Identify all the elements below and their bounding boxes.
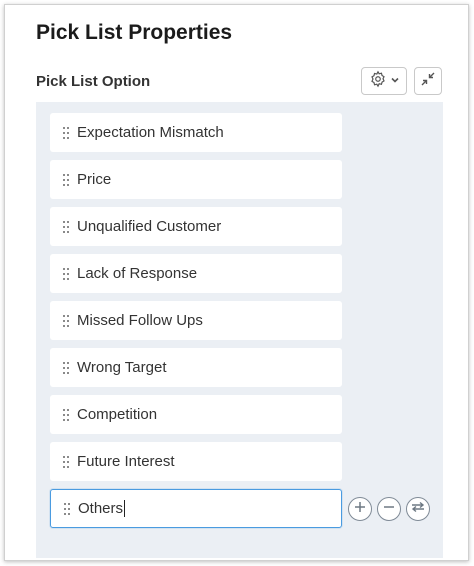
pick-list-properties-panel: Pick List Properties Pick List Option Ex… (4, 4, 469, 561)
list-item[interactable]: Missed Follow Ups (50, 301, 342, 340)
option-label: Expectation Mismatch (77, 124, 224, 141)
list-item[interactable]: Unqualified Customer (50, 207, 342, 246)
list-item[interactable]: Competition (50, 395, 342, 434)
drag-handle-icon[interactable] (63, 126, 69, 139)
option-input-active[interactable]: Others (50, 489, 342, 528)
option-label: Lack of Response (77, 265, 198, 282)
swap-option-button[interactable] (406, 497, 430, 521)
option-label: Wrong Target (77, 359, 167, 376)
option-label: Price (77, 171, 112, 188)
section-label: Pick List Option (36, 73, 151, 90)
drag-handle-icon[interactable] (63, 220, 69, 233)
option-label: Unqualified Customer (77, 218, 222, 235)
option-label[interactable]: Others (78, 500, 123, 517)
option-label: Future Interest (77, 453, 175, 470)
drag-handle-icon[interactable] (63, 267, 69, 280)
option-label: Competition (77, 406, 158, 423)
pick-list-options: Expectation Mismatch Price Unqualified C… (36, 102, 443, 558)
drag-handle-icon[interactable] (63, 408, 69, 421)
drag-handle-icon[interactable] (63, 173, 69, 186)
list-item[interactable]: Lack of Response (50, 254, 342, 293)
option-label: Missed Follow Ups (77, 312, 203, 329)
list-item[interactable]: Wrong Target (50, 348, 342, 387)
drag-handle-icon[interactable] (63, 361, 69, 374)
drag-handle-icon[interactable] (63, 455, 69, 468)
list-item[interactable]: Expectation Mismatch (50, 113, 342, 152)
chevron-down-icon (390, 72, 400, 90)
minus-circle-icon (383, 500, 395, 518)
collapse-button[interactable] (414, 67, 442, 95)
add-option-button[interactable] (348, 497, 372, 521)
settings-dropdown-button[interactable] (361, 67, 407, 95)
plus-circle-icon (354, 500, 366, 518)
text-cursor (124, 500, 126, 517)
remove-option-button[interactable] (377, 497, 401, 521)
page-title: Pick List Properties (36, 21, 233, 44)
collapse-icon (421, 72, 435, 91)
gear-icon (369, 70, 387, 93)
swap-icon (411, 500, 425, 518)
drag-handle-icon[interactable] (64, 502, 70, 515)
list-item[interactable]: Future Interest (50, 442, 342, 481)
list-item[interactable]: Price (50, 160, 342, 199)
drag-handle-icon[interactable] (63, 314, 69, 327)
